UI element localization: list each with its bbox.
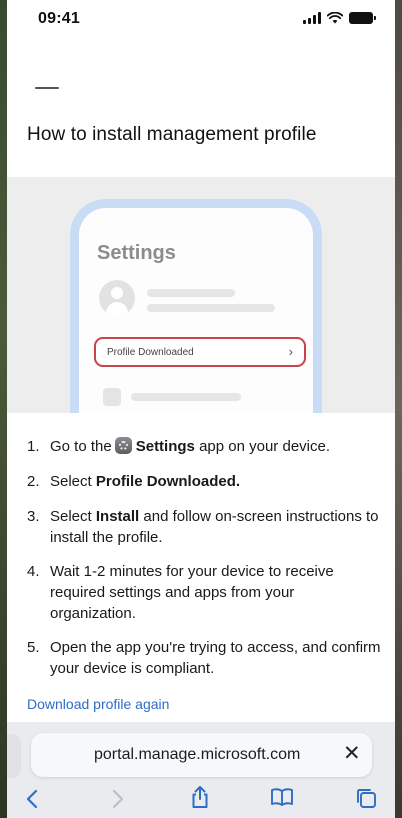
step-text: Select Profile Downloaded. <box>50 471 240 492</box>
close-icon[interactable]: ✕ <box>343 742 361 766</box>
browser-toolbar <box>7 784 395 814</box>
illustration-placeholder-line <box>147 289 235 297</box>
step-text-pre: Go to the <box>50 438 112 455</box>
step-number: 2. <box>27 473 40 490</box>
step-number: 4. <box>27 563 40 580</box>
browser-chrome: portal.manage.microsoft.com ✕ <box>7 722 395 818</box>
step-text: Wait 1-2 minutes for your device to rece… <box>50 563 334 622</box>
back-dash-icon[interactable] <box>35 87 59 89</box>
settings-illustration: Settings Profile Downloaded › <box>7 177 395 413</box>
step-text-bold: Settings <box>135 438 195 455</box>
step-text: Select Install and follow on-screen inst… <box>50 506 382 548</box>
step-text-bold: Profile Downloaded. <box>95 473 241 490</box>
chevron-right-icon: › <box>288 344 293 359</box>
step-text: Go to the Settings app on your device. <box>50 436 330 457</box>
back-icon[interactable] <box>25 788 39 810</box>
illustration-avatar-icon <box>99 280 135 316</box>
cellular-signal-icon <box>303 12 321 24</box>
step-item: 5. Open the app you're trying to access,… <box>27 637 382 679</box>
illustration-row-icon <box>103 388 121 406</box>
status-time: 09:41 <box>38 10 80 27</box>
illustration-placeholder-line <box>131 393 241 401</box>
install-steps-list: 1. Go to the Settings app on your device.… <box>27 436 382 679</box>
wifi-icon <box>327 12 343 24</box>
step-text-pre: Select <box>50 508 92 525</box>
step-item: 1. Go to the Settings app on your device. <box>27 436 382 457</box>
illustration-phone-frame: Settings Profile Downloaded › <box>70 199 322 413</box>
step-number: 1. <box>27 438 40 455</box>
step-item: 2. Select Profile Downloaded. <box>27 471 382 492</box>
address-bar[interactable]: portal.manage.microsoft.com ✕ <box>31 733 372 777</box>
step-text-pre: Select <box>50 473 92 490</box>
device-bezel-left <box>0 0 7 818</box>
previous-tab-edge[interactable] <box>7 734 21 778</box>
page-title: How to install management profile <box>27 124 317 145</box>
status-icons <box>303 12 376 24</box>
step-number: 3. <box>27 508 40 525</box>
address-bar-url[interactable]: portal.manage.microsoft.com <box>94 746 300 764</box>
device-bezel-right <box>395 0 402 818</box>
step-text-bold: Install <box>95 508 140 525</box>
forward-icon[interactable] <box>111 788 125 810</box>
phone-screen: 09:41 How to install management profile … <box>7 0 395 818</box>
illustration-settings-title: Settings <box>97 242 176 264</box>
battery-icon <box>349 12 376 24</box>
illustration-profile-downloaded-row: Profile Downloaded › <box>94 337 306 367</box>
download-profile-again-link[interactable]: Download profile again <box>27 696 169 712</box>
bookmarks-icon[interactable] <box>270 787 294 807</box>
step-item: 4. Wait 1-2 minutes for your device to r… <box>27 561 382 624</box>
step-number: 5. <box>27 639 40 656</box>
step-item: 3. Select Install and follow on-screen i… <box>27 506 382 548</box>
settings-app-icon <box>114 437 132 454</box>
tabs-icon[interactable] <box>355 787 377 809</box>
step-text: Open the app you're trying to access, an… <box>50 639 381 677</box>
step-text-post: app on your device. <box>199 438 330 455</box>
illustration-placeholder-line <box>147 304 275 312</box>
illustration-profile-label: Profile Downloaded <box>107 346 194 358</box>
share-icon[interactable] <box>190 785 210 809</box>
status-bar: 09:41 <box>7 0 395 44</box>
